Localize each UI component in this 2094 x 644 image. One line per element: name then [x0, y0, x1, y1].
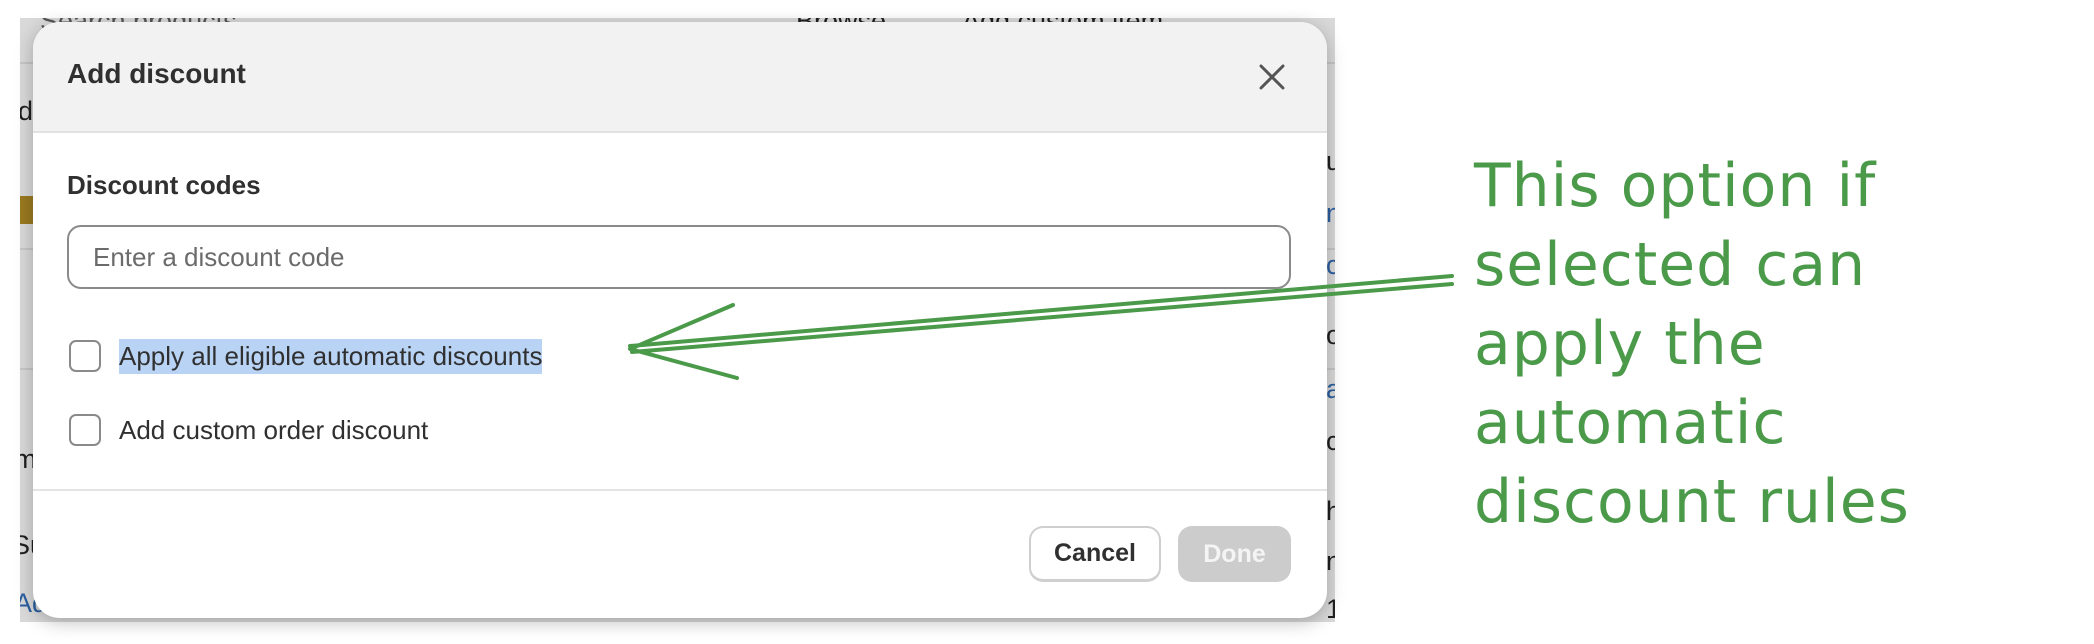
- annotation-note: This option if selected can apply the au…: [1474, 151, 1910, 537]
